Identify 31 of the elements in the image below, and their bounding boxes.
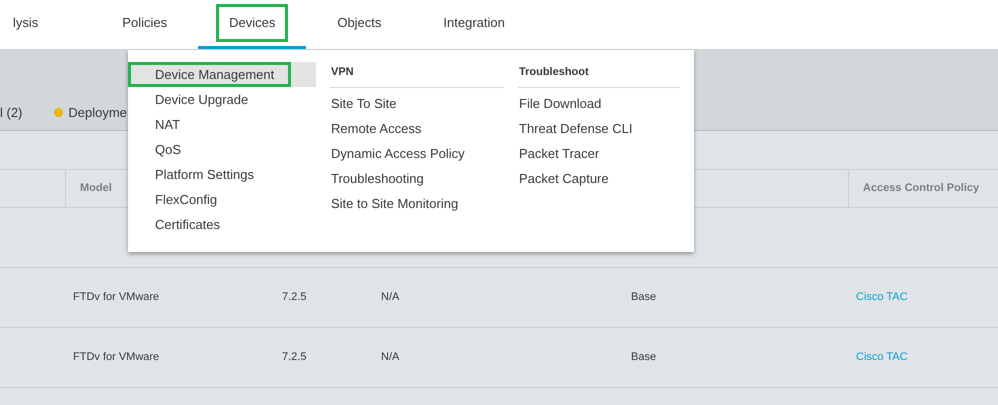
menu-section-heading: VPN	[330, 62, 504, 88]
column-header: Access Control Policy	[848, 170, 998, 207]
menu-section-heading: Troubleshoot	[518, 62, 680, 88]
table-cell-text: 7.2.5	[282, 350, 306, 366]
menu-item[interactable]: Site To Site	[330, 90, 504, 116]
menu-item[interactable]: Threat Defense CLI	[518, 116, 680, 140]
filter-label[interactable]: l (2)	[0, 102, 22, 122]
menu-item[interactable]: Packet Capture	[518, 166, 680, 190]
table-cell-text: N/A	[381, 350, 400, 366]
menu-item[interactable]: QoS	[128, 137, 316, 162]
table-cell-text: N/A	[381, 290, 400, 306]
menu-item[interactable]: Remote Access	[330, 116, 504, 140]
nav-tab[interactable]: Objects	[306, 0, 412, 49]
filter-label[interactable]: Deployme	[68, 102, 127, 122]
nav-tab[interactable]: Policies	[91, 0, 198, 49]
table-cell-text: FTDv for VMware	[73, 350, 160, 366]
table-cell-text: Base	[631, 350, 656, 366]
menu-item[interactable]: Troubleshooting	[330, 166, 504, 190]
menu-item[interactable]: NAT	[128, 112, 316, 137]
menu-item[interactable]: File Download	[518, 90, 680, 116]
nav-tab[interactable]: lysis	[0, 0, 70, 49]
menu-item[interactable]: Device Management	[128, 62, 316, 87]
menu-item[interactable]: Packet Tracer	[518, 140, 680, 166]
table-cell-text: FTDv for VMware	[73, 290, 160, 306]
menu-item[interactable]: Site to Site Monitoring	[330, 190, 504, 216]
menu-item[interactable]: Dynamic Access Policy	[330, 140, 504, 166]
table-cell-text: 7.2.5	[282, 290, 306, 306]
table-cell-text: Base	[631, 290, 656, 306]
menu-item[interactable]: Certificates	[128, 212, 316, 237]
menu-item[interactable]: Device Upgrade	[128, 87, 316, 112]
nav-tab[interactable]: Integration	[412, 0, 536, 49]
